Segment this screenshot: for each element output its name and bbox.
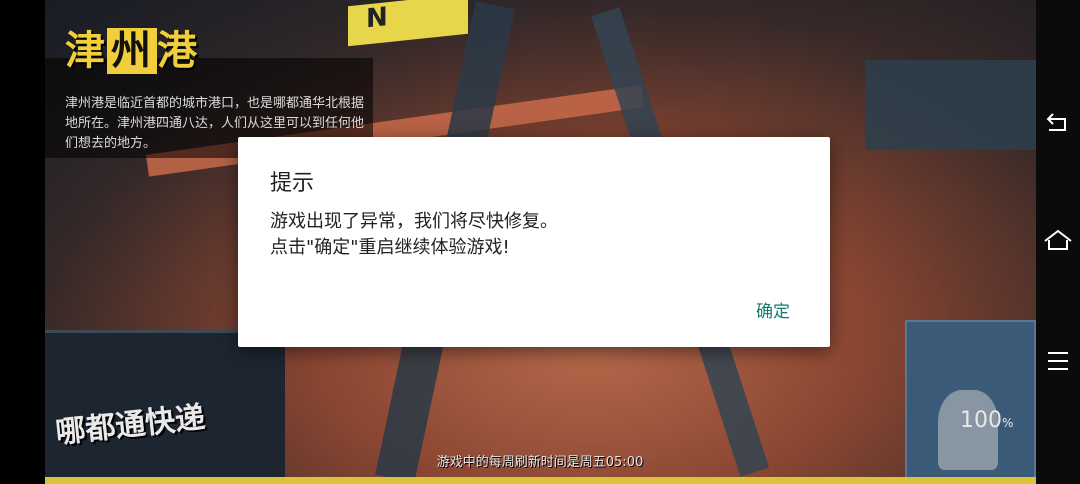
refresh-tip: 游戏中的每周刷新时间是周五05:00 xyxy=(436,455,644,470)
battery-indicator: 100% xyxy=(960,408,1013,433)
dialog-message-line: 游戏出现了异常，我们将尽快修复。 xyxy=(270,211,558,232)
menu-icon[interactable] xyxy=(1036,350,1080,378)
dialog-title: 提示 xyxy=(270,171,315,196)
yellow-sign: N xyxy=(348,0,468,47)
title-char: 港 xyxy=(157,28,199,74)
title-char: 州 xyxy=(107,28,157,74)
battery-unit: % xyxy=(1002,416,1014,430)
title-char: 津 xyxy=(65,28,107,74)
back-icon[interactable] xyxy=(1036,110,1080,140)
dialog-message-line: 点击"确定"重启继续体验游戏! xyxy=(270,237,510,258)
left-black-bar xyxy=(0,0,45,484)
crane-structure xyxy=(865,60,1036,150)
dialog-message: 游戏出现了异常，我们将尽快修复。 点击"确定"重启继续体验游戏! xyxy=(270,209,558,261)
location-title: 津州港 xyxy=(65,18,199,76)
battery-value: 100 xyxy=(960,408,1002,433)
home-icon[interactable] xyxy=(1036,228,1080,258)
bottom-stripe xyxy=(45,477,1036,484)
confirm-button[interactable]: 确定 xyxy=(756,297,790,322)
error-dialog: 提示 游戏出现了异常，我们将尽快修复。 点击"确定"重启继续体验游戏! 确定 xyxy=(238,137,830,347)
